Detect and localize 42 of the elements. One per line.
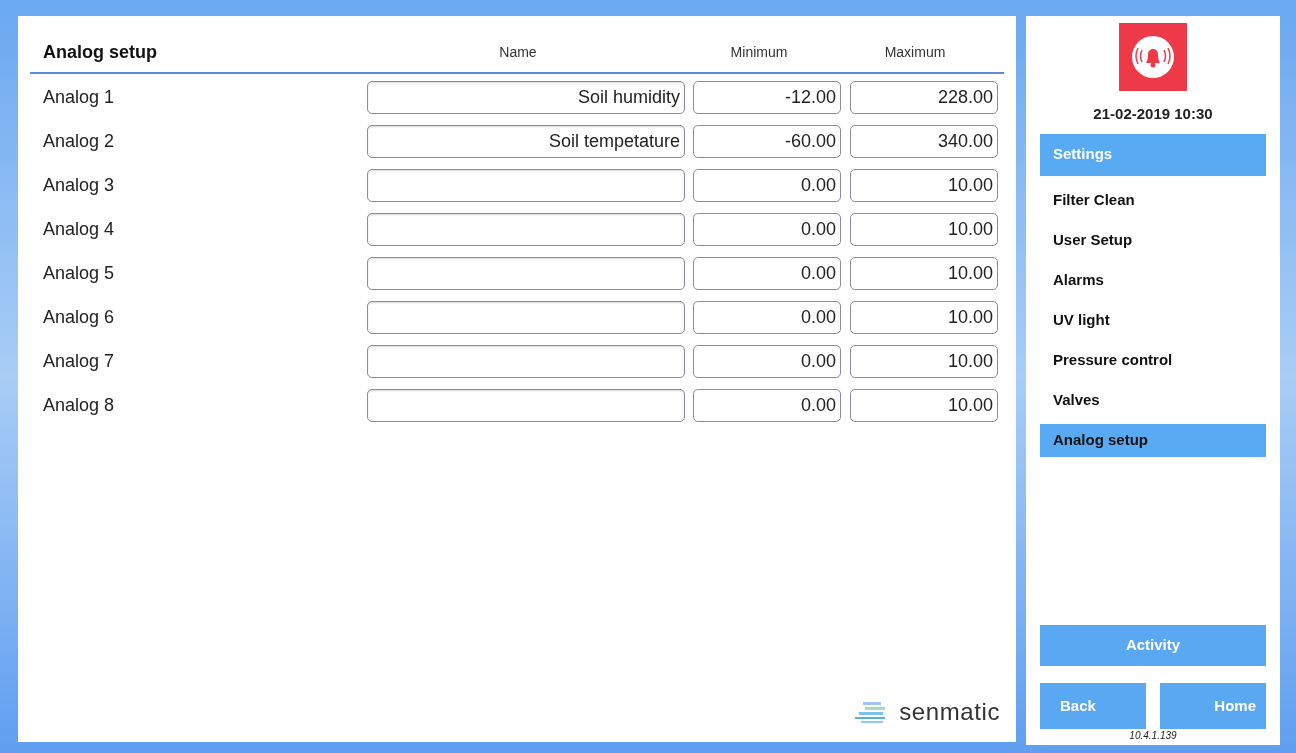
section-header: Settings	[1040, 133, 1266, 176]
name-field[interactable]: Soil tempetature	[367, 125, 685, 158]
minimum-field[interactable]: 0.00	[693, 213, 841, 246]
column-header: Name	[498, 42, 538, 62]
name-field[interactable]	[367, 301, 685, 334]
column-header: Maximum	[883, 42, 947, 62]
brand-name: senmatic	[899, 697, 1000, 727]
name-field[interactable]	[367, 257, 685, 290]
name-field[interactable]	[367, 389, 685, 422]
row-label: Analog 6	[42, 306, 116, 329]
minimum-field[interactable]: -12.00	[693, 81, 841, 114]
alarm-bell-icon[interactable]	[1119, 23, 1187, 91]
minimum-field[interactable]: 0.00	[693, 301, 841, 334]
minimum-field[interactable]: -60.00	[693, 125, 841, 158]
column-header: Minimum	[729, 42, 789, 62]
minimum-field[interactable]: 0.00	[693, 345, 841, 378]
name-field[interactable]: Soil humidity	[367, 81, 685, 114]
row-label: Analog 2	[42, 130, 116, 153]
maximum-field[interactable]: 10.00	[850, 169, 998, 202]
row-label: Analog 5	[42, 262, 116, 285]
date-time: 21-02-2019 10:30	[1093, 104, 1213, 124]
row-label: Analog 8	[42, 394, 116, 417]
minimum-field[interactable]: 0.00	[693, 257, 841, 290]
minimum-field[interactable]: 0.00	[693, 389, 841, 422]
row-label: Analog 1	[42, 86, 116, 109]
page-title: Analog setup	[42, 40, 158, 64]
maximum-field[interactable]: 10.00	[850, 213, 998, 246]
minimum-field[interactable]: 0.00	[693, 169, 841, 202]
maximum-field[interactable]: 10.00	[850, 345, 998, 378]
maximum-field[interactable]: 340.00	[850, 125, 998, 158]
name-field[interactable]	[367, 169, 685, 202]
row-label: Analog 3	[42, 174, 116, 197]
row-label: Analog 4	[42, 218, 116, 241]
name-field[interactable]	[367, 345, 685, 378]
name-field[interactable]	[367, 213, 685, 246]
row-label: Analog 7	[42, 350, 116, 373]
menu-item[interactable]: Analog setup	[1040, 423, 1266, 457]
maximum-field[interactable]: 10.00	[850, 257, 998, 290]
maximum-field[interactable]: 10.00	[850, 301, 998, 334]
ip-address: 10.4.1.139	[1129, 729, 1177, 743]
maximum-field[interactable]: 228.00	[850, 81, 998, 114]
maximum-field[interactable]: 10.00	[850, 389, 998, 422]
